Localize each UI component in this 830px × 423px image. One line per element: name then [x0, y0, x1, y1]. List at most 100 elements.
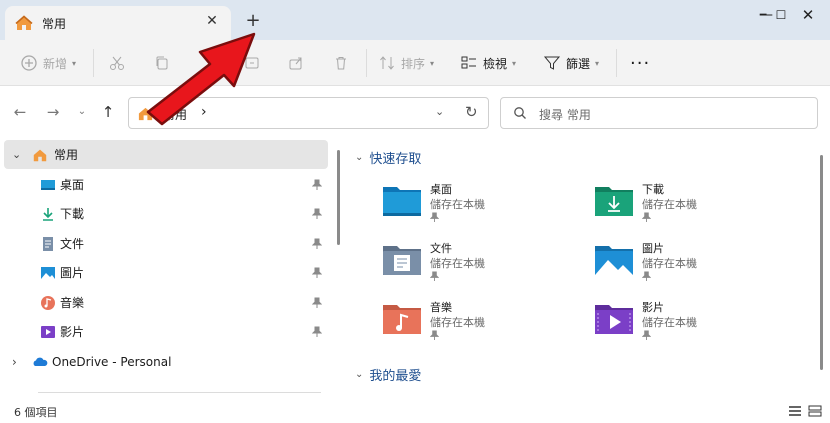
pin-icon[interactable] [312, 267, 322, 279]
item-location: 儲存在本機 [430, 316, 485, 329]
pin-icon[interactable] [312, 326, 322, 338]
sidebar-item-onedrive[interactable]: › OneDrive - Personal [4, 347, 328, 376]
cloud-icon [33, 357, 48, 366]
search-box[interactable]: 搜尋 常用 [500, 97, 818, 129]
group-title: 我的最愛 [369, 369, 422, 384]
sidebar-item-desktop[interactable]: 桌面 [4, 170, 328, 199]
item-name: 音樂 [430, 301, 452, 314]
sort-label: 排序 [401, 56, 426, 71]
sidebar-item-videos[interactable]: 影片 [4, 317, 328, 346]
pin-icon [430, 212, 439, 222]
folder-item-desktop[interactable]: 桌面 儲存在本機 [382, 178, 582, 234]
sidebar-item-label: 影片 [60, 325, 85, 339]
item-location: 儲存在本機 [642, 316, 697, 329]
item-location: 儲存在本機 [430, 198, 485, 211]
chevron-right-icon[interactable]: › [12, 355, 17, 369]
folder-item-downloads[interactable]: 下載 儲存在本機 [594, 178, 794, 234]
sidebar-scrollbar[interactable] [337, 150, 340, 245]
sidebar-item-label: 圖片 [60, 266, 85, 280]
view-button[interactable]: 檢視 ▾ [460, 50, 516, 76]
item-name: 桌面 [430, 183, 452, 196]
filter-button[interactable]: 篩選 ▾ [543, 50, 599, 76]
toolbar-divider [366, 49, 367, 77]
item-count: 6 個項目 [14, 406, 58, 419]
pin-icon [642, 330, 651, 340]
favorites-header[interactable]: ⌄ 我的最愛 [355, 365, 421, 384]
refresh-icon[interactable]: ↻ [465, 103, 478, 121]
details-view-icon[interactable] [788, 405, 802, 417]
sidebar-item-pictures[interactable]: 圖片 [4, 258, 328, 287]
up-icon[interactable]: ↑ [98, 102, 118, 122]
filter-icon [543, 56, 561, 70]
documents-folder-icon [383, 246, 421, 275]
close-window-icon[interactable]: ✕ [789, 0, 827, 30]
sidebar-item-label: 桌面 [60, 178, 85, 192]
back-icon[interactable]: ← [10, 102, 30, 122]
cut-button[interactable] [108, 50, 126, 76]
red-arrow-annotation [146, 32, 256, 126]
sidebar-item-music[interactable]: 音樂 [4, 288, 328, 317]
item-name: 圖片 [642, 242, 664, 255]
sidebar-item-home[interactable]: ⌄ 常用 [4, 140, 328, 169]
add-circle-icon [21, 55, 37, 71]
folder-item-documents[interactable]: 文件 儲存在本機 [382, 237, 582, 293]
navigation-pane: ⌄ 常用 桌面 下載 文件 圖片 音樂 影片 › OneDrive - Pers… [0, 138, 332, 400]
delete-button[interactable] [332, 50, 350, 76]
share-button[interactable] [287, 50, 305, 76]
search-input[interactable]: 搜尋 常用 [539, 106, 591, 123]
item-name: 文件 [430, 242, 452, 255]
chevron-down-icon[interactable]: ⌄ [12, 148, 21, 161]
forward-icon[interactable]: → [43, 102, 63, 122]
chevron-down-icon: ▾ [430, 58, 435, 68]
videos-folder-icon [595, 305, 633, 334]
pin-icon [430, 271, 439, 281]
new-button[interactable]: 新增 ▾ [20, 50, 76, 76]
tiles-view-icon[interactable] [808, 405, 822, 417]
pin-icon [642, 212, 651, 222]
item-location: 儲存在本機 [642, 257, 697, 270]
picture-icon [41, 266, 55, 279]
pin-icon [430, 330, 439, 340]
chevron-down-icon: ▾ [512, 58, 517, 68]
view-label: 檢視 [483, 56, 508, 71]
recent-locations-icon[interactable]: ⌄ [72, 102, 92, 122]
pin-icon[interactable] [312, 238, 322, 250]
sort-button[interactable]: 排序 ▾ [378, 50, 434, 76]
folder-item-music[interactable]: 音樂 儲存在本機 [382, 296, 582, 352]
pin-icon[interactable] [312, 179, 322, 191]
toolbar-divider [93, 49, 94, 77]
quick-access-header[interactable]: ⌄ 快速存取 [355, 148, 421, 167]
pin-icon[interactable] [312, 297, 322, 309]
content-scrollbar[interactable] [820, 155, 823, 370]
search-icon [514, 107, 526, 119]
chevron-down-icon[interactable]: ⌄ [355, 152, 363, 163]
sidebar-item-label: OneDrive - Personal [52, 354, 172, 369]
desktop-folder-icon [383, 187, 421, 216]
item-name: 下載 [642, 183, 664, 196]
folder-item-pictures[interactable]: 圖片 儲存在本機 [594, 237, 794, 293]
new-label: 新增 [43, 56, 68, 71]
group-title: 快速存取 [369, 152, 422, 167]
chevron-down-icon: ▾ [72, 58, 77, 68]
folder-item-videos[interactable]: 影片 儲存在本機 [594, 296, 794, 352]
pictures-folder-icon [595, 246, 633, 275]
sidebar-item-documents[interactable]: 文件 [4, 229, 328, 258]
pin-icon[interactable] [312, 208, 322, 220]
chevron-down-icon[interactable]: ⌄ [435, 105, 444, 118]
chevron-down-icon[interactable]: ⌄ [355, 369, 363, 380]
download-icon [43, 207, 53, 221]
more-options-icon[interactable]: ··· [630, 50, 650, 76]
item-location: 儲存在本機 [430, 257, 485, 270]
music-folder-icon [383, 305, 421, 334]
item-location: 儲存在本機 [642, 198, 697, 211]
scissors-icon [110, 56, 124, 70]
sidebar-item-label: 下載 [60, 207, 85, 221]
share-icon [289, 57, 302, 70]
sidebar-item-label: 音樂 [60, 296, 85, 310]
sidebar-item-label: 文件 [60, 237, 85, 251]
sidebar-item-downloads[interactable]: 下載 [4, 199, 328, 228]
pin-icon [642, 271, 651, 281]
home-icon [33, 149, 47, 161]
sort-icon [380, 56, 394, 70]
desktop-icon [41, 179, 55, 190]
